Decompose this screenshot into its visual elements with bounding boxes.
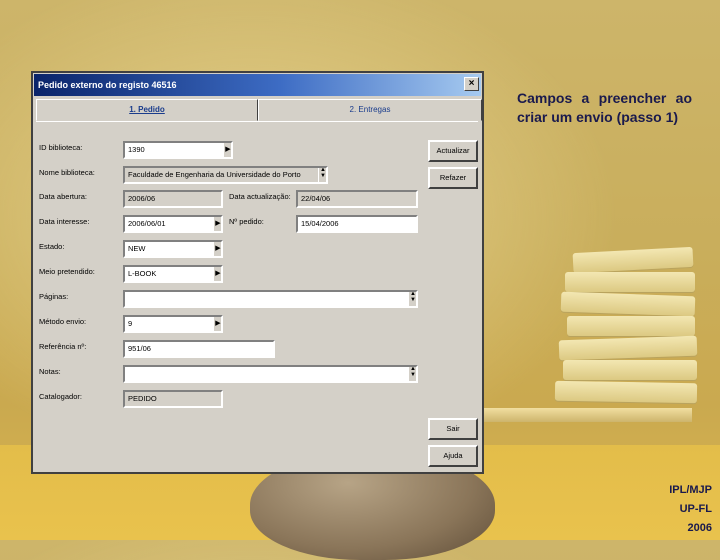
footer-year: 2006: [687, 522, 712, 534]
triangle-right-icon[interactable]: ▶: [213, 242, 221, 256]
scroll-arrows-icon[interactable]: ▲ ▼: [318, 168, 326, 182]
tab-bar: 1. Pedido 2. Entregas: [36, 99, 482, 121]
footer-institution: UP-FL: [679, 503, 712, 515]
slide-heading: Campos a preencher ao criar um envio (pa…: [517, 90, 692, 125]
data-abertura-label: Data abertura:: [39, 192, 87, 201]
metodo-envio-select[interactable]: 9 ▶: [123, 315, 223, 333]
data-actualizacao-label: Data actualização:: [229, 192, 291, 201]
data-abertura-input[interactable]: 2006/06: [123, 190, 223, 208]
nome-biblioteca-input[interactable]: Faculdade de Engenharia da Universidade …: [123, 166, 328, 184]
data-interesse-input[interactable]: 2006/06/01 ▶: [123, 215, 223, 233]
footer-author: IPL/MJP: [669, 484, 712, 496]
metodo-envio-label: Método envio:: [39, 317, 87, 326]
referencia-label: Referência nº:: [39, 342, 87, 351]
external-request-dialog: Pedido externo do registo 46516 × 1. Ped…: [31, 71, 484, 474]
sair-button[interactable]: Sair: [428, 418, 478, 440]
scroll-arrows-icon[interactable]: ▲ ▼: [408, 367, 416, 381]
id-biblioteca-input[interactable]: 1390 ▶: [123, 141, 233, 159]
notas-input[interactable]: ▲ ▼: [123, 365, 418, 383]
dialog-title: Pedido externo do registo 46516: [38, 80, 177, 90]
meio-pretendido-label: Meio pretendido:: [39, 267, 95, 276]
form-panel: ID biblioteca: 1390 ▶ Nome biblioteca: F…: [36, 121, 478, 471]
n-pedido-label: Nº pedido:: [229, 217, 264, 226]
estado-select[interactable]: NEW ▶: [123, 240, 223, 258]
refazer-button[interactable]: Refazer: [428, 167, 478, 189]
n-pedido-input[interactable]: 15/04/2006: [296, 215, 418, 233]
referencia-input[interactable]: 951/06: [123, 340, 275, 358]
catalogador-label: Catalogador:: [39, 392, 82, 401]
data-actualizacao-input[interactable]: 22/04/06: [296, 190, 418, 208]
triangle-right-icon[interactable]: ▶: [213, 217, 221, 231]
tab-pedido[interactable]: 1. Pedido: [36, 99, 258, 121]
tab-entregas[interactable]: 2. Entregas: [258, 99, 482, 121]
catalogador-input[interactable]: PEDIDO: [123, 390, 223, 408]
triangle-right-icon[interactable]: ▶: [213, 317, 221, 331]
triangle-right-icon[interactable]: ▶: [213, 267, 221, 281]
notas-label: Notas:: [39, 367, 61, 376]
actualizar-button[interactable]: Actualizar: [428, 140, 478, 162]
triangle-right-icon[interactable]: ▶: [223, 143, 231, 157]
data-interesse-label: Data interesse:: [39, 217, 90, 226]
meio-pretendido-select[interactable]: L-BOOK ▶: [123, 265, 223, 283]
dialog-titlebar: Pedido externo do registo 46516 ×: [34, 74, 481, 96]
estado-label: Estado:: [39, 242, 65, 251]
ajuda-button[interactable]: Ajuda: [428, 445, 478, 467]
nome-biblioteca-label: Nome biblioteca:: [39, 168, 95, 177]
paginas-input[interactable]: ▲ ▼: [123, 290, 418, 308]
id-biblioteca-label: ID biblioteca:: [39, 143, 83, 152]
close-button[interactable]: ×: [464, 77, 479, 91]
paginas-label: Páginas:: [39, 292, 69, 301]
background-book-stack: [554, 246, 705, 430]
scroll-arrows-icon[interactable]: ▲ ▼: [408, 292, 416, 306]
